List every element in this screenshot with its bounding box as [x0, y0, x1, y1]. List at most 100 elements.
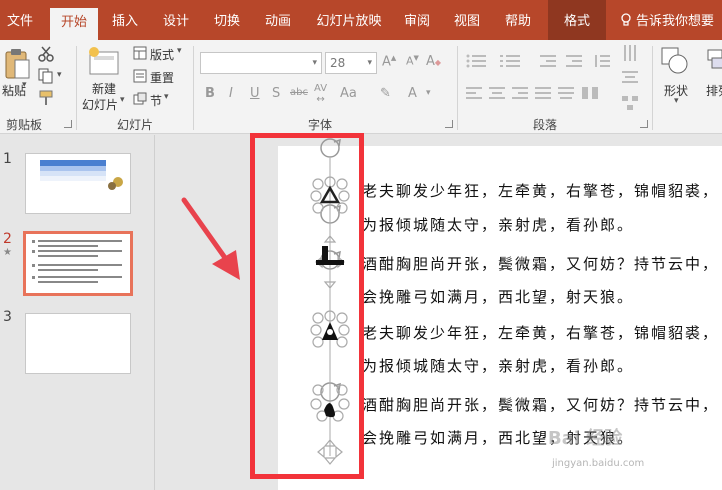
slide-number: 1 [3, 151, 12, 167]
new-slide-label-1[interactable]: 新建 [92, 80, 116, 97]
align-text-icon[interactable] [622, 70, 638, 84]
slide-thumbnail-2[interactable] [23, 231, 133, 296]
tab-animations[interactable]: 动画 [257, 0, 299, 40]
justify-icon[interactable] [535, 86, 551, 100]
change-case-icon[interactable]: Aa [340, 86, 357, 101]
slides-group-label: 幻灯片 [116, 118, 153, 132]
tell-me-search[interactable]: 告诉我你想要 [620, 0, 714, 40]
watermark-logo: Bai 经验 [548, 428, 623, 449]
tab-file[interactable]: 文件 [0, 0, 40, 40]
section-icon[interactable] [133, 92, 147, 106]
shrink-font-icon[interactable]: A▼ [406, 54, 419, 68]
paragraph-launcher-icon[interactable] [640, 120, 648, 128]
increase-indent-icon[interactable] [566, 54, 582, 68]
ribbon-tab-bar: 文件 开始 插入 设计 切换 动画 幻灯片放映 审阅 视图 帮助 格式 告诉我你… [0, 0, 722, 40]
tell-me-label: 告诉我你想要 [636, 14, 715, 29]
poem-line: 会挽雕弓如满月，西北望，射天狼。 [362, 288, 635, 306]
distributed-icon[interactable] [558, 86, 574, 100]
group-divider [193, 46, 194, 130]
poem-line: 酒酣胸胆尚开张，鬓微霜，又何妨？持节云中， [362, 396, 720, 414]
tab-home[interactable]: 开始 [50, 8, 98, 40]
cut-icon[interactable] [38, 46, 54, 62]
copy-dropdown-icon[interactable]: ▾ [57, 70, 62, 80]
tab-help[interactable]: 帮助 [497, 0, 539, 40]
tab-insert[interactable]: 插入 [104, 0, 146, 40]
animation-star-icon: ★ [3, 247, 12, 258]
tab-slideshow[interactable]: 幻灯片放映 [310, 0, 388, 40]
font-size-value: 28 [330, 56, 346, 70]
poem-line: 为报倾城随太守，亲射虎，看孙郎。 [362, 357, 635, 375]
arrange-button[interactable]: 排列 [706, 82, 722, 99]
tab-transitions[interactable]: 切换 [206, 0, 248, 40]
thumbnail-text-image [32, 240, 122, 283]
highlight-icon[interactable]: ✎ [380, 86, 391, 101]
italic-icon[interactable]: I [229, 86, 233, 101]
text-shadow-icon[interactable]: S [272, 86, 280, 101]
font-color-dropdown-icon[interactable]: ▾ [426, 88, 431, 98]
underline-icon[interactable]: U [250, 86, 260, 101]
numbering-icon[interactable] [500, 54, 522, 68]
arrange-icon[interactable] [706, 46, 722, 76]
paragraph-group-label: 段落 [532, 118, 557, 132]
bullets-icon[interactable] [466, 54, 488, 68]
slide-thumbnail-1[interactable] [25, 153, 131, 214]
tab-review[interactable]: 审阅 [396, 0, 438, 40]
line-spacing-icon[interactable] [594, 54, 610, 68]
align-left-icon[interactable] [466, 86, 482, 100]
new-slide-label-2[interactable]: 幻灯片 [82, 96, 118, 113]
red-arrow-annotation [181, 197, 240, 280]
tab-format[interactable]: 格式 [548, 0, 606, 40]
watermark-url: jingyan.baidu.com [552, 458, 645, 469]
layout-button[interactable]: 版式 [150, 46, 174, 63]
shapes-dropdown-icon[interactable]: ▾ [674, 96, 679, 106]
strikethrough-icon[interactable]: abc [290, 87, 308, 98]
new-slide-icon[interactable] [88, 46, 122, 76]
decrease-indent-icon[interactable] [540, 54, 556, 68]
clear-formatting-icon[interactable]: A◆ [426, 54, 441, 69]
slide-number: 3 [3, 309, 12, 325]
paste-dropdown-icon[interactable]: ▾ [22, 80, 27, 90]
group-divider [652, 46, 653, 130]
lightbulb-icon [621, 13, 631, 26]
reset-icon[interactable] [133, 69, 147, 83]
slide-number-selected: 2 [3, 231, 12, 247]
ribbon-home: 粘贴 ▾ ▾ 剪贴板 新建 幻灯片 ▾ 版式 ▾ 重置 节 ▾ 幻灯片 ▾ 28… [0, 40, 722, 134]
grow-font-icon[interactable]: A▲ [382, 54, 396, 69]
section-dropdown-icon[interactable]: ▾ [164, 92, 169, 102]
thumbnail-table-image [40, 160, 123, 190]
char-spacing-icon[interactable]: AV ↔ [314, 83, 327, 105]
tab-design[interactable]: 设计 [155, 0, 197, 40]
shapes-icon[interactable] [660, 46, 690, 76]
highlight-box [250, 133, 364, 479]
paste-icon[interactable] [4, 48, 30, 80]
poem-line: 老夫聊发少年狂，左牵黄，右擎苍，锦帽貂裘， [362, 182, 720, 200]
new-slide-dropdown-icon[interactable]: ▾ [120, 95, 125, 105]
font-size-combo[interactable]: 28 ▾ [325, 52, 377, 74]
columns-icon[interactable] [582, 86, 598, 100]
chevron-down-icon: ▾ [367, 58, 372, 68]
chevron-down-icon: ▾ [312, 58, 317, 68]
group-divider [76, 46, 77, 130]
smartart-icon[interactable] [622, 96, 638, 110]
font-color-icon[interactable]: A [408, 86, 417, 101]
tab-view[interactable]: 视图 [446, 0, 488, 40]
copy-icon[interactable] [38, 68, 54, 84]
bold-icon[interactable]: B [205, 86, 215, 101]
align-center-icon[interactable] [489, 86, 505, 100]
slide-thumbnail-3[interactable] [25, 313, 131, 374]
group-divider [457, 46, 458, 130]
format-painter-icon[interactable] [38, 90, 54, 106]
layout-icon[interactable] [133, 46, 147, 60]
poem-line: 为报倾城随太守，亲射虎，看孙郎。 [362, 216, 635, 234]
slide-thumbnails-pane: 1 2 ★ 3 [0, 135, 155, 490]
text-direction-icon[interactable] [622, 44, 638, 62]
font-launcher-icon[interactable] [445, 120, 453, 128]
font-name-combo[interactable]: ▾ [200, 52, 322, 74]
reset-button[interactable]: 重置 [150, 69, 174, 86]
poem-line: 酒酣胸胆尚开张，鬓微霜，又何妨？持节云中， [362, 255, 720, 273]
layout-dropdown-icon[interactable]: ▾ [177, 46, 182, 56]
section-button[interactable]: 节 [150, 92, 162, 109]
clipboard-group-label: 剪贴板 [5, 118, 42, 132]
align-right-icon[interactable] [512, 86, 528, 100]
clipboard-launcher-icon[interactable] [64, 120, 72, 128]
